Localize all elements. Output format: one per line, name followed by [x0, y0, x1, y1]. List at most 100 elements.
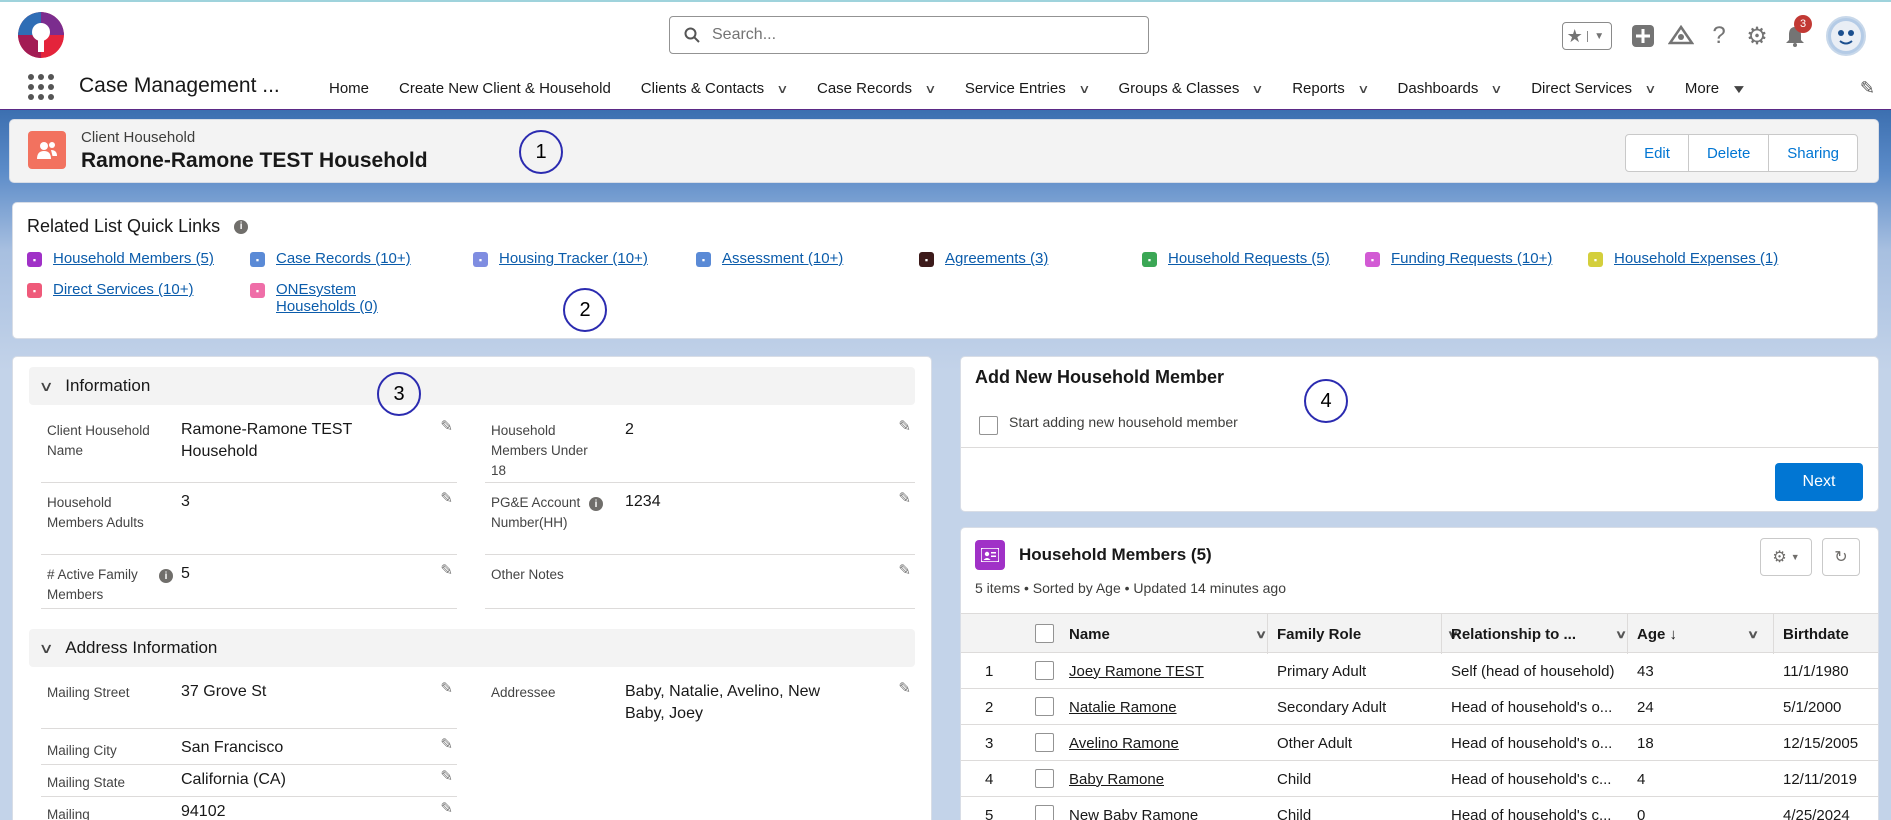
nav-item-more[interactable]: More ▼: [1670, 80, 1760, 97]
app-logo[interactable]: [18, 12, 64, 58]
edit-pencil-icon[interactable]: ✎: [440, 799, 453, 817]
nav-item-create-new-client-household[interactable]: Create New Client & Household: [384, 80, 626, 97]
column-header-family-role[interactable]: Family Role ∨: [1277, 614, 1477, 654]
nav-item-clients-contacts[interactable]: Clients & Contacts ∨: [626, 80, 802, 97]
next-button[interactable]: Next: [1775, 463, 1863, 501]
app-launcher-icon[interactable]: [28, 74, 54, 100]
edit-pencil-icon[interactable]: ✎: [440, 767, 453, 785]
quick-link-direct-services-10[interactable]: ▪ Direct Services (10+): [27, 281, 193, 298]
setup-gear-icon[interactable]: ⚙: [1738, 17, 1776, 55]
edit-pencil-icon[interactable]: ✎: [440, 417, 453, 435]
edit-pencil-icon[interactable]: ✎: [898, 489, 911, 507]
global-search-input[interactable]: Search...: [669, 16, 1149, 54]
family-role-cell: Child: [1277, 806, 1312, 820]
chevron-down-icon[interactable]: ∨: [1357, 82, 1369, 96]
row-checkbox[interactable]: [1035, 697, 1054, 716]
edit-nav-pencil-icon[interactable]: ✎: [1860, 78, 1875, 99]
help-icon[interactable]: ?: [1700, 17, 1738, 55]
quick-link-household-members-5[interactable]: ▪ Household Members (5): [27, 250, 214, 267]
quick-link-household-requests-5[interactable]: ▪ Household Requests (5): [1142, 250, 1330, 267]
chevron-down-icon[interactable]: ∨: [1255, 628, 1267, 641]
nav-item-groups-classes[interactable]: Groups & Classes ∨: [1104, 80, 1278, 97]
refresh-button[interactable]: ↻: [1822, 538, 1860, 576]
nav-item-case-records[interactable]: Case Records ∨: [802, 80, 950, 97]
chevron-down-icon[interactable]: ∨: [1615, 628, 1627, 641]
quick-link-agreements-3[interactable]: ▪ Agreements (3): [919, 250, 1048, 267]
edit-pencil-icon[interactable]: ✎: [440, 735, 453, 753]
column-header-birthdate[interactable]: Birthdate: [1783, 614, 1878, 654]
chevron-down-icon[interactable]: ∨: [1491, 82, 1503, 96]
quick-link-onesystem-households-0[interactable]: ▪ ONEsystem Households (0): [250, 281, 396, 315]
edit-pencil-icon[interactable]: ✎: [440, 561, 453, 579]
start-adding-checkbox[interactable]: [979, 416, 998, 435]
edit-pencil-icon[interactable]: ✎: [898, 679, 911, 697]
trailhead-icon[interactable]: [1662, 17, 1700, 55]
edit-pencil-icon[interactable]: ✎: [440, 489, 453, 507]
quick-link-label[interactable]: Household Expenses (1): [1614, 250, 1778, 267]
quick-link-housing-tracker-10[interactable]: ▪ Housing Tracker (10+): [473, 250, 648, 267]
user-avatar[interactable]: [1826, 16, 1866, 56]
member-name-link[interactable]: New Baby Ramone: [1069, 797, 1198, 820]
address-section-header[interactable]: ∨ Address Information: [29, 629, 915, 667]
related-list-icon: ▪: [1142, 252, 1157, 267]
nav-item-direct-services[interactable]: Direct Services ∨: [1516, 80, 1670, 97]
info-icon[interactable]: i: [159, 569, 173, 583]
quick-link-label[interactable]: Household Requests (5): [1168, 250, 1330, 267]
quick-link-label[interactable]: Agreements (3): [945, 250, 1048, 267]
sharing-button[interactable]: Sharing: [1768, 134, 1858, 172]
favorites-button[interactable]: ★ ▼: [1562, 22, 1612, 50]
quick-link-label[interactable]: ONEsystem Households (0): [276, 281, 396, 315]
member-name-link[interactable]: Natalie Ramone: [1069, 689, 1177, 725]
quick-link-label[interactable]: Direct Services (10+): [53, 281, 193, 298]
quick-link-label[interactable]: Assessment (10+): [722, 250, 843, 267]
star-icon[interactable]: ★: [1563, 26, 1587, 47]
edit-pencil-icon[interactable]: ✎: [440, 679, 453, 697]
quick-link-assessment-10[interactable]: ▪ Assessment (10+): [696, 250, 843, 267]
edit-pencil-icon[interactable]: ✎: [898, 417, 911, 435]
quick-link-label[interactable]: Household Members (5): [53, 250, 214, 267]
list-settings-button[interactable]: ⚙ ▼: [1760, 538, 1812, 576]
column-header-relationship[interactable]: Relationship to ... ∨: [1451, 614, 1635, 654]
member-name-link[interactable]: Joey Ramone TEST: [1069, 653, 1204, 689]
nav-item-service-entries[interactable]: Service Entries ∨: [950, 80, 1104, 97]
nav-item-reports[interactable]: Reports ∨: [1277, 80, 1382, 97]
edit-button[interactable]: Edit: [1625, 134, 1689, 172]
field-mailing-street: Mailing Street 37 Grove St ✎: [41, 677, 457, 729]
chevron-down-icon[interactable]: ∨: [1078, 82, 1090, 96]
global-actions-icon[interactable]: [1624, 17, 1662, 55]
member-name-link[interactable]: Avelino Ramone: [1069, 725, 1179, 761]
info-icon[interactable]: i: [234, 219, 249, 234]
info-icon[interactable]: i: [589, 497, 603, 511]
nav-item-label: Case Records: [816, 80, 913, 97]
chevron-down-icon[interactable]: ▼: [1731, 82, 1748, 96]
chevron-down-icon[interactable]: ∨: [1644, 82, 1656, 96]
row-checkbox[interactable]: [1035, 661, 1054, 680]
row-checkbox[interactable]: [1035, 733, 1054, 752]
row-checkbox[interactable]: [1035, 769, 1054, 788]
row-checkbox[interactable]: [1035, 805, 1054, 820]
column-header-age[interactable]: Age ↓ ∨: [1637, 614, 1787, 654]
nav-item-dashboards[interactable]: Dashboards ∨: [1383, 80, 1517, 97]
notifications-bell-icon[interactable]: 3: [1776, 15, 1814, 55]
member-name-link[interactable]: Baby Ramone: [1069, 761, 1164, 797]
chevron-down-icon[interactable]: ∨: [776, 82, 788, 96]
delete-button[interactable]: Delete: [1687, 134, 1770, 172]
field-value: San Francisco: [181, 739, 284, 756]
select-all-checkbox[interactable]: [1035, 624, 1054, 643]
quick-link-label[interactable]: Housing Tracker (10+): [499, 250, 648, 267]
edit-pencil-icon[interactable]: ✎: [898, 561, 911, 579]
information-section-header[interactable]: ∨ Information: [29, 367, 915, 405]
quick-link-label[interactable]: Case Records (10+): [276, 250, 411, 267]
quick-link-funding-requests-10[interactable]: ▪ Funding Requests (10+): [1365, 250, 1552, 267]
column-header-name[interactable]: Name ∨: [1069, 614, 1275, 654]
chevron-down-icon[interactable]: ∨: [924, 82, 936, 96]
quick-link-household-expenses-1[interactable]: ▪ Household Expenses (1): [1588, 250, 1778, 267]
quick-link-case-records-10[interactable]: ▪ Case Records (10+): [250, 250, 411, 267]
chevron-down-icon[interactable]: ∨: [1252, 82, 1264, 96]
quick-link-label[interactable]: Funding Requests (10+): [1391, 250, 1552, 267]
chevron-down-icon[interactable]: ∨: [1747, 628, 1759, 641]
nav-item-home[interactable]: Home: [314, 80, 384, 97]
table-row: 5 New Baby Ramone Child Head of household's…: [961, 797, 1878, 820]
household-members-icon: [975, 540, 1005, 570]
chevron-down-icon[interactable]: ▼: [1586, 30, 1612, 42]
